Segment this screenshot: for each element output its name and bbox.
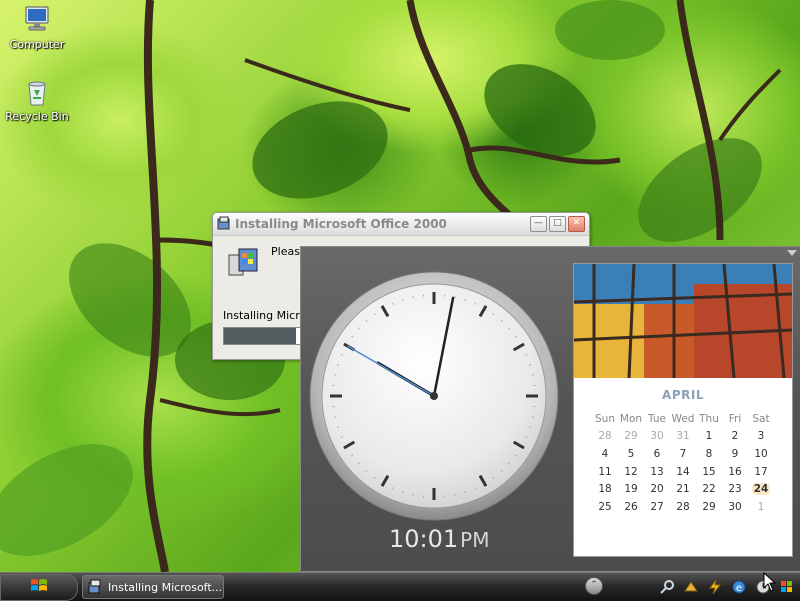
calendar-day[interactable]: 25	[592, 498, 618, 516]
clock-minute-tick	[529, 427, 531, 428]
calendar-weekday: Sun	[592, 410, 618, 428]
calendar-day[interactable]: 12	[618, 463, 644, 481]
calendar-weekday: Wed	[670, 410, 696, 428]
calendar-day[interactable]: 8	[696, 445, 722, 463]
installer-title: Installing Microsoft Office 2000	[235, 217, 447, 231]
setup-package-icon	[225, 243, 261, 283]
installer-titlebar[interactable]: Installing Microsoft Office 2000 — □ ✕	[213, 213, 589, 236]
calendar-day[interactable]: 28	[592, 428, 618, 446]
calendar-day[interactable]: 30	[644, 428, 670, 446]
calendar-day[interactable]: 23	[722, 480, 748, 498]
calendar-day[interactable]: 2	[722, 428, 748, 446]
ie-icon[interactable]: e	[730, 578, 748, 596]
desktop-icon-label: Computer	[10, 38, 65, 51]
calendar-month: APRIL	[574, 388, 792, 402]
calendar-day[interactable]: 14	[670, 463, 696, 481]
windows-flag-icon[interactable]	[778, 578, 796, 596]
clock-minute-tick	[402, 299, 403, 301]
desktop-icon-label: Recycle Bin	[5, 110, 68, 123]
calendar-photo	[574, 264, 792, 378]
calendar-day[interactable]: 21	[670, 480, 696, 498]
network-icon[interactable]	[682, 578, 700, 596]
desktop-icon-computer[interactable]: Computer	[2, 4, 72, 51]
calendar-day[interactable]: 17	[748, 463, 774, 481]
time-ampm: PM	[460, 528, 489, 552]
recycle-bin-icon	[21, 76, 53, 108]
calendar-day[interactable]: 31	[670, 428, 696, 446]
calendar-weekday: Mon	[618, 410, 644, 428]
calendar-day[interactable]: 29	[618, 428, 644, 446]
system-tray: e	[658, 574, 800, 600]
svg-text:e: e	[736, 583, 742, 594]
analog-clock	[309, 271, 559, 521]
calendar-day[interactable]: 7	[670, 445, 696, 463]
taskbar: Installing Microsoft... ⌃ e	[0, 572, 800, 601]
calendar-day[interactable]: 29	[696, 498, 722, 516]
calendar-day[interactable]: 15	[696, 463, 722, 481]
mouse-cursor-icon	[763, 572, 777, 596]
computer-icon	[21, 4, 53, 36]
time-digits: 10:01	[389, 525, 458, 553]
calendar-weekday: Thu	[696, 410, 722, 428]
calendar-day[interactable]: 16	[722, 463, 748, 481]
calendar-day[interactable]: 6	[644, 445, 670, 463]
start-button[interactable]	[0, 574, 78, 601]
calendar-day[interactable]: 9	[722, 445, 748, 463]
calendar-day[interactable]: 5	[618, 445, 644, 463]
clock-calendar-gadget[interactable]: 10:01PM APRIL SunMonTue	[300, 246, 800, 572]
clock-minute-tick	[465, 491, 466, 493]
digital-time: 10:01PM	[389, 525, 490, 553]
calendar-day[interactable]: 20	[644, 480, 670, 498]
calendar-weekday: Tue	[644, 410, 670, 428]
calendar-day[interactable]: 30	[722, 498, 748, 516]
calendar-day[interactable]: 13	[644, 463, 670, 481]
calendar-day[interactable]: 10	[748, 445, 774, 463]
clock-minute-tick	[337, 364, 339, 365]
taskbar-button-label: Installing Microsoft...	[108, 581, 222, 594]
clock-minute-tick	[529, 364, 531, 365]
search-icon[interactable]	[658, 578, 676, 596]
clock-minute-tick	[402, 491, 403, 493]
calendar-day[interactable]: 24	[748, 480, 774, 498]
calendar-day[interactable]: 27	[644, 498, 670, 516]
calendar-day[interactable]: 28	[670, 498, 696, 516]
desktop-icon-recycle-bin[interactable]: Recycle Bin	[2, 76, 72, 123]
calendar[interactable]: APRIL SunMonTueWedThuFriSat 282930311234…	[573, 263, 793, 557]
clock-minute-tick	[465, 299, 466, 301]
maximize-button[interactable]: □	[549, 216, 566, 232]
calendar-weekday: Fri	[722, 410, 748, 428]
taskbar-button-installer[interactable]: Installing Microsoft...	[82, 575, 224, 599]
gadget-menu-arrow-icon[interactable]	[787, 250, 797, 256]
calendar-day[interactable]: 4	[592, 445, 618, 463]
calendar-day[interactable]: 26	[618, 498, 644, 516]
progress-fill	[224, 328, 296, 344]
calendar-day[interactable]: 1	[696, 428, 722, 446]
calendar-day[interactable]: 22	[696, 480, 722, 498]
power-icon[interactable]	[706, 578, 724, 596]
calendar-day[interactable]: 3	[748, 428, 774, 446]
calendar-day[interactable]: 19	[618, 480, 644, 498]
clock-minute-tick	[337, 427, 339, 428]
close-button[interactable]: ✕	[568, 216, 585, 232]
installer-status: Installing Micros	[223, 309, 312, 322]
calendar-weekday: Sat	[748, 410, 774, 428]
calendar-day[interactable]: 11	[592, 463, 618, 481]
windows-logo-icon	[30, 578, 48, 598]
calendar-day[interactable]: 1	[748, 498, 774, 516]
setup-icon	[87, 578, 103, 597]
tray-expand-button[interactable]: ⌃	[585, 577, 603, 595]
calendar-grid: SunMonTueWedThuFriSat 282930311234567891…	[592, 410, 774, 516]
setup-icon	[217, 215, 231, 234]
minimize-button[interactable]: —	[530, 216, 547, 232]
calendar-day[interactable]: 18	[592, 480, 618, 498]
